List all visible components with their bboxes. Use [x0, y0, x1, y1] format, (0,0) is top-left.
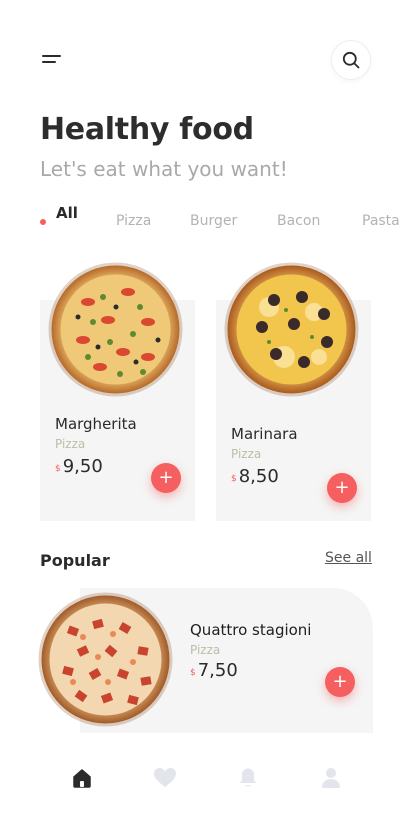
tab-burger[interactable]: Burger	[190, 213, 237, 229]
heart-icon	[154, 768, 176, 787]
add-to-cart-button[interactable]: +	[151, 463, 181, 493]
popular-item-name: Quattro stagioni	[190, 621, 312, 639]
tab-bacon[interactable]: Bacon	[277, 213, 320, 229]
tab-pasta[interactable]: Pasta	[362, 213, 400, 229]
menu-icon	[42, 55, 61, 57]
active-category-dot	[40, 219, 46, 225]
bell-icon	[240, 768, 256, 787]
product-price: $ 8,50	[231, 466, 279, 487]
nav-home[interactable]	[62, 758, 102, 798]
see-all-link[interactable]: See all	[325, 550, 372, 566]
price-value: 9,50	[62, 456, 103, 477]
plus-icon: +	[334, 476, 350, 498]
plus-icon: +	[332, 670, 348, 692]
popular-item-category: Pizza	[190, 643, 221, 657]
quattro-stagioni-pizza-image	[38, 592, 173, 727]
margherita-pizza-image	[48, 262, 183, 397]
add-to-cart-button[interactable]: +	[327, 473, 357, 503]
product-price: $ 9,50	[55, 456, 103, 477]
add-to-cart-button[interactable]: +	[325, 667, 355, 697]
tab-all[interactable]: All	[56, 204, 78, 222]
marinara-pizza-image	[224, 262, 359, 397]
bottom-navigation	[0, 758, 411, 798]
plus-icon: +	[158, 466, 174, 488]
popular-item-price: $ 7,50	[190, 660, 238, 681]
currency-symbol: $	[55, 464, 61, 474]
search-button[interactable]	[331, 40, 371, 80]
nav-notifications[interactable]	[228, 758, 268, 798]
section-title-popular: Popular	[40, 551, 110, 570]
menu-button[interactable]	[42, 54, 64, 66]
page-subtitle: Let's eat what you want!	[40, 157, 288, 181]
currency-symbol: $	[231, 474, 237, 484]
page-title: Healthy food	[40, 112, 254, 147]
currency-symbol: $	[190, 668, 196, 678]
nav-profile[interactable]	[311, 758, 351, 798]
price-value: 8,50	[238, 466, 279, 487]
price-value: 7,50	[197, 660, 238, 681]
product-name: Margherita	[55, 415, 137, 433]
search-icon	[342, 51, 360, 69]
nav-favorites[interactable]	[145, 758, 185, 798]
product-category: Pizza	[231, 447, 262, 461]
user-icon	[322, 768, 340, 788]
home-icon	[73, 769, 91, 788]
tab-pizza[interactable]: Pizza	[116, 213, 151, 229]
product-name: Marinara	[231, 425, 298, 443]
product-category: Pizza	[55, 437, 86, 451]
